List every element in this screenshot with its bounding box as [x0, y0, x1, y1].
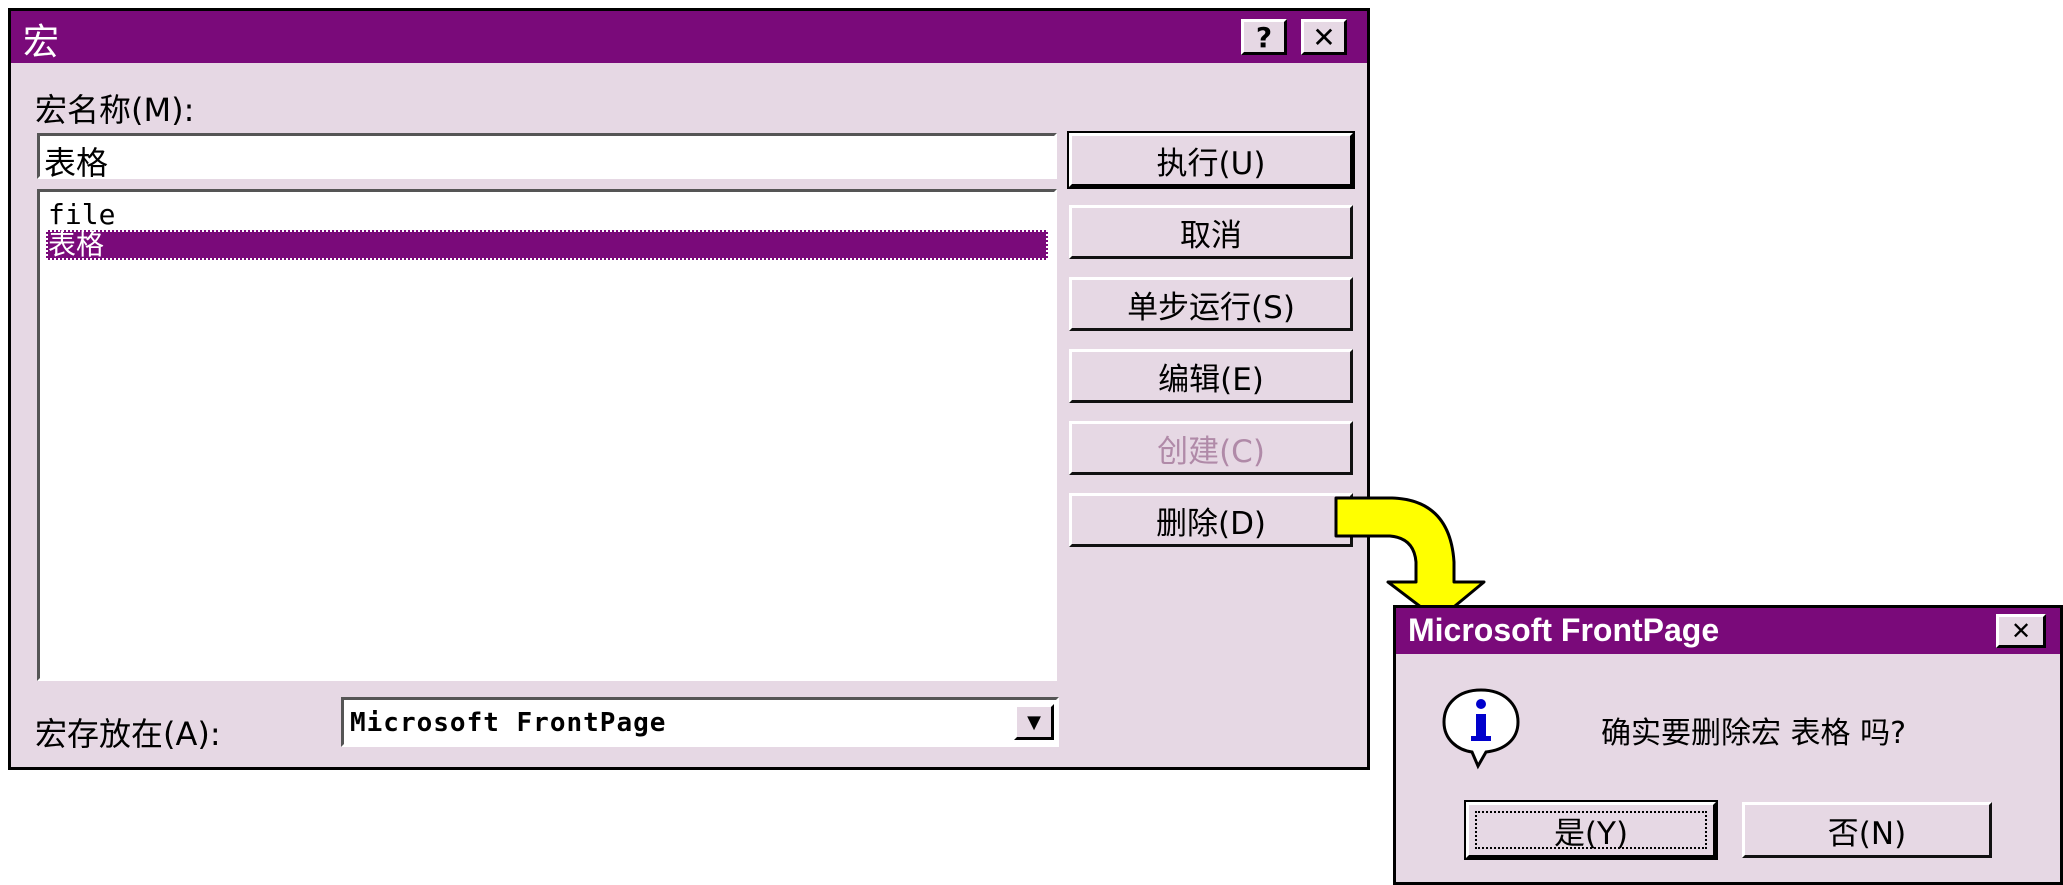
help-button[interactable]: ? [1241, 19, 1287, 55]
info-icon-base [1471, 736, 1491, 741]
create-button[interactable]: 创建(C) [1069, 421, 1353, 475]
delete-button[interactable]: 删除(D) [1069, 493, 1353, 547]
macro-name-label: 宏名称(M): [35, 91, 195, 129]
run-button[interactable]: 执行(U) [1067, 131, 1355, 189]
macro-list-item[interactable]: file [46, 200, 1048, 230]
info-icon-dot [1476, 699, 1486, 709]
chevron-down-icon[interactable]: ▼ [1014, 704, 1054, 740]
yes-button[interactable]: 是(Y) [1464, 800, 1718, 860]
confirm-dialog-title: Microsoft FrontPage [1408, 612, 1720, 648]
confirm-dialog-titlebar[interactable]: Microsoft FrontPage ✕ [1396, 608, 2060, 654]
macros-in-label: 宏存放在(A): [35, 715, 221, 753]
macro-name-input[interactable]: 表格 [37, 133, 1057, 182]
close-button[interactable]: ✕ [1301, 19, 1347, 55]
cancel-button[interactable]: 取消 [1069, 205, 1353, 259]
confirm-dialog: Microsoft FrontPage ✕ 确实要删除宏 表格 吗? 是(Y) … [1393, 605, 2063, 885]
macro-dialog-titlebar[interactable]: 宏 ? ✕ [11, 11, 1367, 63]
macro-list-item-selected[interactable]: 表格 [46, 230, 1048, 260]
macro-dialog-title: 宏 [23, 22, 60, 63]
macro-list-item-label: file [48, 198, 116, 231]
step-into-button[interactable]: 单步运行(S) [1069, 277, 1353, 331]
macro-list[interactable]: file 表格 [37, 189, 1057, 681]
info-icon-stem [1476, 714, 1486, 738]
arrow-shape [1334, 496, 1486, 622]
no-button[interactable]: 否(N) [1742, 802, 1992, 858]
yes-button-label: 是(Y) [1475, 811, 1707, 852]
macro-name-value: 表格 [44, 144, 109, 182]
macro-dialog: 宏 ? ✕ 宏名称(M): 表格 file 表格 执行(U) 取消 单步运行(S… [8, 8, 1370, 770]
close-button[interactable]: ✕ [1996, 614, 2046, 648]
macros-in-value: Microsoft FrontPage [350, 708, 667, 738]
confirm-message: 确实要删除宏 表格 吗? [1601, 716, 1906, 751]
info-icon [1442, 688, 1520, 770]
macro-list-item-label: 表格 [48, 228, 105, 261]
macros-in-dropdown[interactable]: Microsoft FrontPage ▼ [341, 697, 1059, 747]
edit-button[interactable]: 编辑(E) [1069, 349, 1353, 403]
